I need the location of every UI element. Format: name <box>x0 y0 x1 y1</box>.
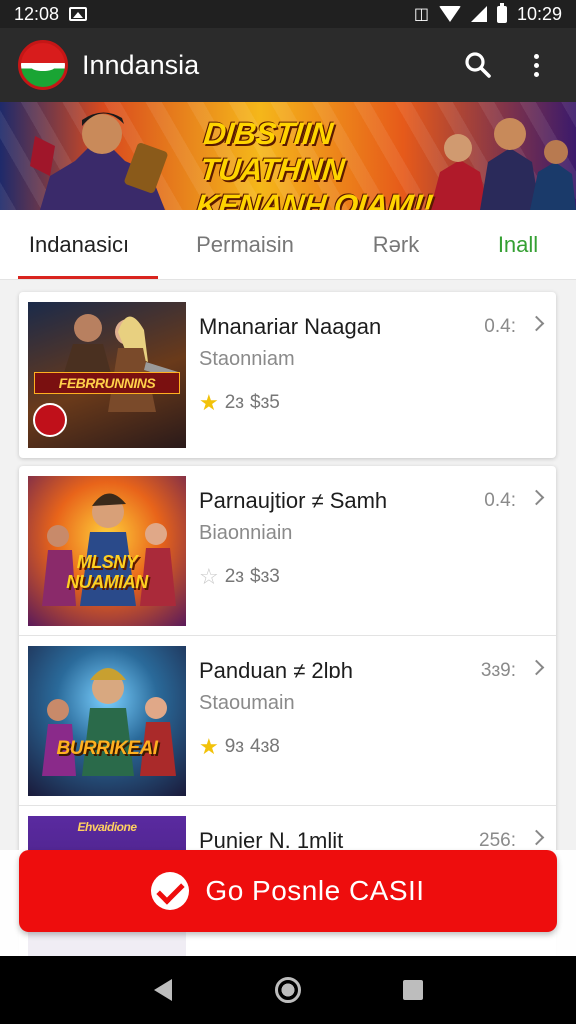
wifi-icon <box>438 6 461 22</box>
tab-label: Permaisin <box>196 231 294 257</box>
promo-banner[interactable]: DIBSTIIN TUATHNN KENANH QIAM!! <box>0 102 576 210</box>
back-icon <box>153 979 172 1001</box>
item-meta: 3ɜ9: <box>480 660 516 681</box>
game-thumbnail: MLSNY NUAMIAN <box>28 476 186 626</box>
tab-rark[interactable]: Rərk <box>332 210 460 279</box>
item-title: Parnaujtior ≠ Samh <box>199 488 388 513</box>
star-outline-icon: ☆ <box>199 564 219 589</box>
list-item[interactable]: MLSNY NUAMIAN Parnaujtior ≠ Samh Biaonni… <box>19 466 556 636</box>
item-meta: 0.4: <box>484 490 516 511</box>
app-title: Inndansia <box>82 49 200 80</box>
status-time-left: 12:08 <box>14 3 60 24</box>
item-subtitle: Staoumain <box>199 692 295 714</box>
chevron-right-icon[interactable] <box>528 315 545 332</box>
rating-value: 9ɜ <box>224 736 245 757</box>
status-bar: 12:08 ◫ 10:29 <box>0 0 576 28</box>
cta-container: Go Posnle CASII <box>0 850 576 956</box>
app-logo-icon <box>18 40 68 90</box>
chevron-right-icon[interactable] <box>528 489 545 506</box>
tab-indanasici[interactable]: Indanasicı <box>0 210 158 279</box>
tab-inall[interactable]: Inall <box>460 210 576 279</box>
active-tab-indicator <box>18 276 158 279</box>
search-icon <box>465 52 491 78</box>
item-meta: 0.4: <box>484 316 516 337</box>
item-title: Panduan ≠ 2lɒh <box>199 658 353 683</box>
thumbnail-caption: MLSNY NUAMIAN <box>66 552 148 592</box>
list-item[interactable]: FEBRRUNNINS Mnanariar Naagan Staonniam ★… <box>19 292 556 458</box>
hero-left-image <box>30 112 168 210</box>
search-button[interactable] <box>456 43 500 87</box>
check-circle-icon <box>151 872 190 910</box>
list-item[interactable]: BURRIKEAI Panduan ≠ 2lɒh Staoumain ★ 9ɜ … <box>19 636 556 806</box>
more-options-button[interactable] <box>514 43 558 87</box>
tab-permaisin[interactable]: Permaisin <box>158 210 332 279</box>
tab-label: Inall <box>497 231 539 257</box>
app-bar: Inndansia <box>0 28 576 102</box>
system-nav-bar <box>0 956 576 1024</box>
game-thumbnail: FEBRRUNNINS <box>28 302 186 448</box>
recents-icon <box>403 980 424 1000</box>
tab-bar: Indanasicı Permaisin Rərk Inall <box>0 210 576 280</box>
tab-label: Indanasicı <box>28 231 130 257</box>
star-icon: ★ <box>199 734 219 759</box>
vibrate-icon: ◫ <box>413 6 429 23</box>
item-info: Parnaujtior ≠ Samh Biaonniain ☆ 2ɜ $ɜ3 <box>199 466 516 635</box>
item-meta: 256: <box>479 830 516 851</box>
more-vert-icon <box>533 53 539 77</box>
item-subtitle: Biaonniain <box>199 522 293 544</box>
home-button[interactable] <box>268 970 308 1010</box>
price-value: $ɜ5 <box>250 392 280 413</box>
star-icon: ★ <box>199 390 219 415</box>
item-rating: ★ 9ɜ 4ɜ8 <box>199 736 280 758</box>
signal-icon <box>470 6 487 22</box>
game-thumbnail: BURRIKEAI <box>28 646 186 796</box>
cta-label: Go Posnle CASII <box>205 875 425 906</box>
go-casino-button[interactable]: Go Posnle CASII <box>19 850 557 932</box>
back-button[interactable] <box>143 970 183 1010</box>
item-info: Panduan ≠ 2lɒh Staoumain ★ 9ɜ 4ɜ8 <box>199 636 516 805</box>
rating-value: 2ɜ <box>224 566 245 587</box>
item-rating: ★ 2ɜ $ɜ5 <box>199 392 280 414</box>
item-info: Mnanariar Naagan Staonniam ★ 2ɜ $ɜ5 <box>199 292 516 458</box>
banner-headline: DIBSTIIN TUATHNN KENANH QIAM!! <box>194 116 435 210</box>
recents-button[interactable] <box>393 970 433 1010</box>
chevron-right-icon[interactable] <box>528 659 545 676</box>
thumbnail-caption: BURRIKEAI <box>56 738 158 759</box>
chevron-right-icon[interactable] <box>528 829 545 846</box>
thumbnail-caption: Ehvaidione <box>77 820 137 834</box>
rating-value: 2ɜ <box>224 392 245 413</box>
thumbnail-caption: FEBRRUNNINS <box>34 372 180 394</box>
image-notification-icon <box>69 7 88 21</box>
price-value: $ɜ3 <box>250 566 280 587</box>
battery-icon <box>496 2 507 23</box>
item-rating: ☆ 2ɜ $ɜ3 <box>199 566 280 588</box>
item-title: Mnanariar Naagan <box>199 314 382 339</box>
price-value: 4ɜ8 <box>250 736 280 757</box>
home-icon <box>274 977 301 1003</box>
tab-label: Rərk <box>372 231 420 257</box>
status-time-right: 10:29 <box>516 3 562 24</box>
item-subtitle: Staonniam <box>199 348 295 370</box>
